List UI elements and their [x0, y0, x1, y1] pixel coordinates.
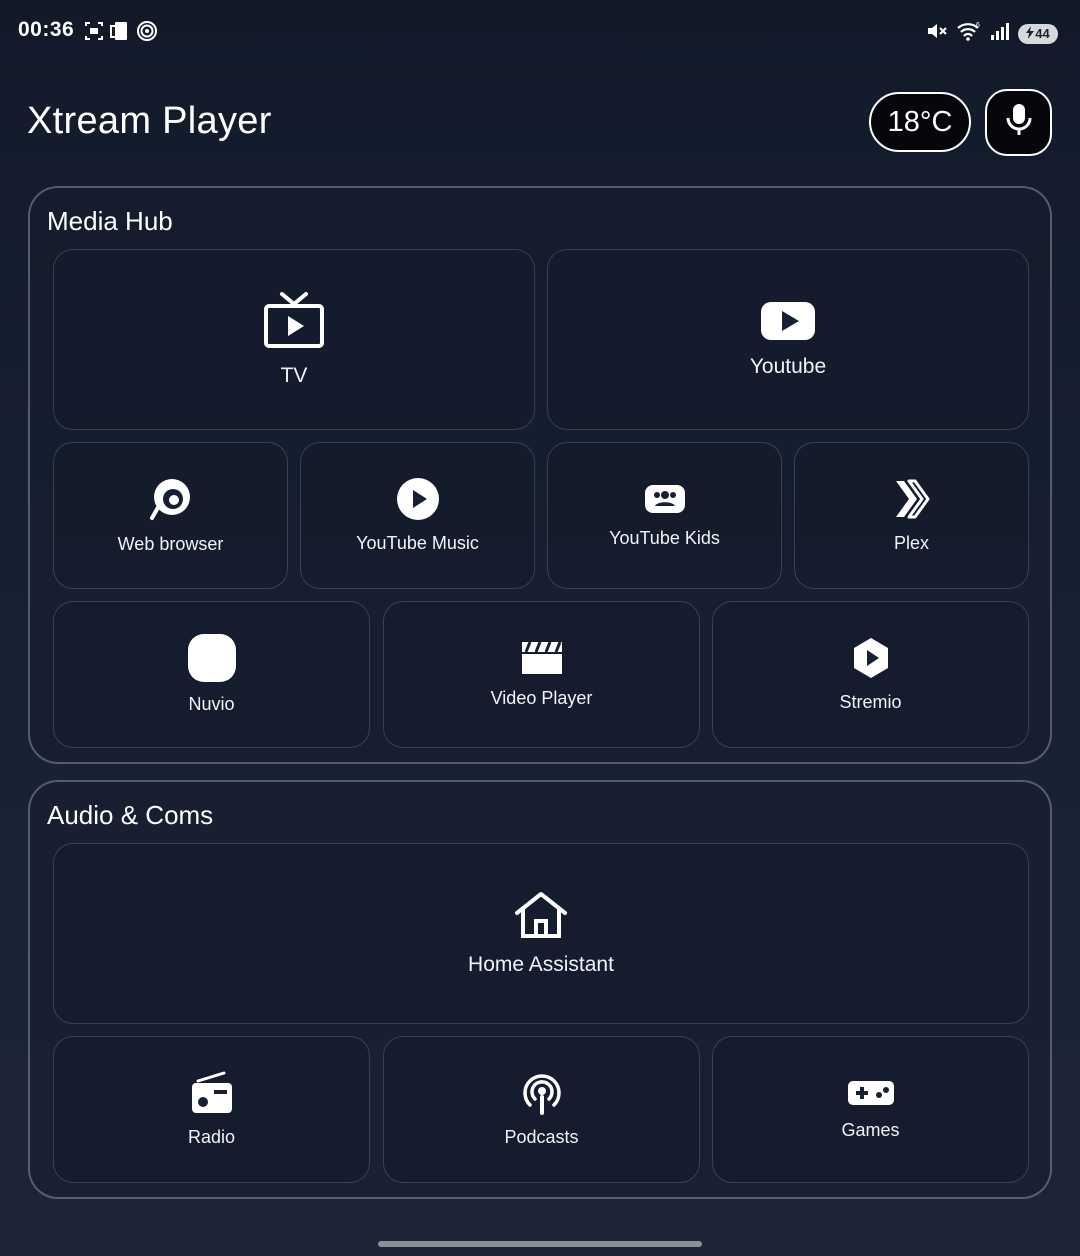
- battery-level: 44: [1035, 26, 1050, 41]
- tile-podcasts[interactable]: Podcasts: [383, 1036, 700, 1183]
- screenshot-icon: [84, 20, 104, 47]
- home-indicator[interactable]: [378, 1241, 702, 1247]
- tile-youtube-music[interactable]: YouTube Music: [300, 442, 535, 589]
- mute-icon: [926, 20, 948, 47]
- stremio-icon: [851, 636, 891, 680]
- media-hub-section: Media Hub TV Youtube Web browser YouTube…: [28, 186, 1052, 764]
- section-title-media-hub: Media Hub: [47, 206, 173, 236]
- web-browser-icon: [148, 476, 194, 522]
- radio-icon: [190, 1071, 234, 1115]
- gamepad-icon: [847, 1078, 895, 1108]
- microphone-button[interactable]: [985, 89, 1052, 156]
- tile-label: Plex: [893, 533, 929, 553]
- tile-label: Radio: [187, 1127, 236, 1147]
- status-right-icons: 6 44: [926, 20, 1058, 47]
- tile-label: Stremio: [839, 692, 902, 712]
- tile-label: Home Assistant: [468, 952, 614, 976]
- tile-tv[interactable]: TV: [53, 249, 535, 430]
- audio-coms-section: Audio & Coms Home Assistant Radio Podcas…: [28, 780, 1052, 1199]
- wifi-icon: 6: [956, 20, 982, 47]
- app-title: Xtream Player: [27, 100, 272, 142]
- tile-web-browser[interactable]: Web browser: [53, 442, 288, 589]
- charging-icon: [1026, 25, 1035, 42]
- youtube-music-icon: [396, 477, 440, 521]
- home-icon: [514, 891, 568, 939]
- tv-icon: [263, 291, 325, 350]
- status-left-icons: [84, 20, 158, 47]
- tile-video-player[interactable]: Video Player: [383, 601, 700, 748]
- youtube-kids-icon: [643, 482, 687, 516]
- signal-icon: [990, 20, 1010, 47]
- tile-stremio[interactable]: Stremio: [712, 601, 1029, 748]
- tile-label: Video Player: [490, 688, 593, 708]
- tile-nuvio[interactable]: Nuvio: [53, 601, 370, 748]
- tile-label: YouTube Kids: [609, 528, 720, 548]
- tile-label: YouTube Music: [356, 533, 479, 553]
- svg-text:6: 6: [976, 22, 980, 29]
- tile-games[interactable]: Games: [712, 1036, 1029, 1183]
- tile-home-assistant[interactable]: Home Assistant: [53, 843, 1029, 1024]
- microphone-icon: [1005, 102, 1033, 143]
- tile-youtube[interactable]: Youtube: [547, 249, 1029, 430]
- section-title-audio-coms: Audio & Coms: [47, 800, 214, 830]
- tile-radio[interactable]: Radio: [53, 1036, 370, 1183]
- plex-icon: [892, 477, 932, 521]
- battery-icon: 44: [1018, 23, 1058, 44]
- temperature-button[interactable]: 18°C: [869, 92, 971, 152]
- clapperboard-icon: [520, 640, 564, 676]
- status-time: 00:36: [18, 18, 75, 41]
- nuvio-icon: [187, 634, 236, 682]
- tile-label: Youtube: [749, 354, 827, 378]
- tile-label: Podcasts: [504, 1127, 579, 1147]
- tile-label: TV: [280, 363, 308, 387]
- tile-label: Nuvio: [188, 694, 235, 714]
- tile-plex[interactable]: Plex: [794, 442, 1029, 589]
- tile-youtube-kids[interactable]: YouTube Kids: [547, 442, 782, 589]
- device-icon: [110, 20, 130, 47]
- youtube-icon: [760, 301, 816, 341]
- tile-label: Games: [841, 1120, 900, 1140]
- tile-label: Web browser: [117, 534, 224, 554]
- podcast-icon: [520, 1071, 564, 1115]
- status-bar: 00:36 6 44: [0, 0, 1080, 64]
- nfc-icon: [136, 20, 158, 47]
